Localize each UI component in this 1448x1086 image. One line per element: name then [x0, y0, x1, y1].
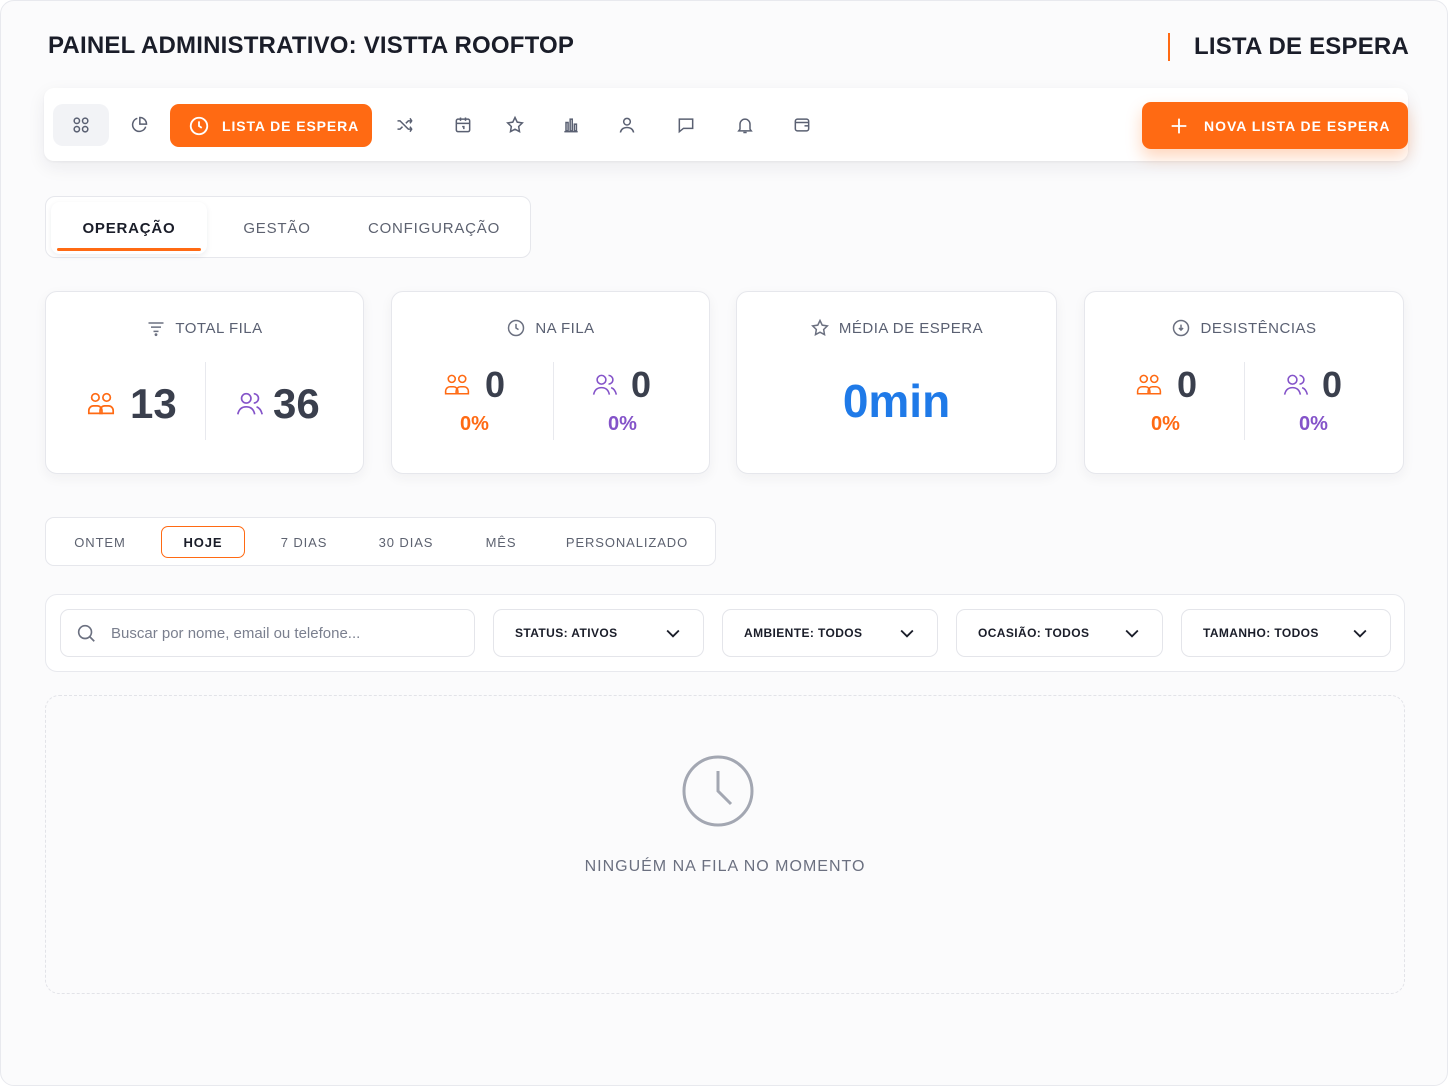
na-fila-people: 0 [591, 364, 651, 406]
card-divider [205, 362, 206, 440]
chevron-down-icon [1125, 629, 1139, 638]
page-title: PAINEL ADMINISTRATIVO: VISTTA ROOFTOP [48, 32, 575, 59]
period-mes[interactable]: MÊS [466, 526, 536, 558]
section-accent-bar [1167, 33, 1170, 61]
period-personalizado[interactable]: PERSONALIZADO [556, 526, 698, 558]
calendar-icon[interactable] [435, 104, 491, 146]
ocasiao-select-value: OCASIÃO: TODOS [978, 626, 1090, 640]
ambiente-select[interactable]: AMBIENTE: TODOS [722, 609, 938, 657]
users-icon [592, 374, 618, 395]
section-indicator: LISTA DE ESPERA [1167, 32, 1409, 62]
clock-icon [189, 116, 209, 135]
app-window: PAINEL ADMINISTRATIVO: VISTTA ROOFTOP LI… [0, 0, 1448, 1086]
na-fila-people-value: 0 [631, 364, 652, 405]
stat-card-desistencias: DESISTÊNCIAS 0 0% 0 0% [1084, 291, 1404, 474]
group-icon [1136, 374, 1162, 395]
tamanho-select-value: TAMANHO: TODOS [1203, 626, 1319, 640]
total-fila-people: 36 [235, 380, 320, 428]
media-espera-title: MÉDIA DE ESPERA [838, 319, 984, 337]
users-icon [236, 392, 264, 415]
bar-chart-icon[interactable] [543, 104, 599, 146]
filter-bar: STATUS: ATIVOS AMBIENTE: TODOS OCASIÃO: … [45, 594, 1405, 672]
ocasiao-select[interactable]: OCASIÃO: TODOS [956, 609, 1163, 657]
stat-card-total-fila: TOTAL FILA 13 36 [45, 291, 364, 474]
shuffle-icon[interactable] [377, 104, 433, 146]
empty-queue-state: NINGUÉM NA FILA NO MOMENTO [45, 695, 1405, 994]
na-fila-groups-value: 0 [485, 364, 506, 405]
na-fila-title: NA FILA [535, 319, 595, 337]
section-tabs: OPERAÇÃO GESTÃO CONFIGURAÇÃO [45, 196, 531, 258]
clock-down-icon [1173, 319, 1190, 337]
users-icon [1283, 374, 1309, 395]
star-icon [810, 318, 829, 336]
tab-operacao[interactable]: OPERAÇÃO [51, 202, 207, 254]
search-input[interactable] [111, 624, 451, 642]
section-title: LISTA DE ESPERA [1193, 33, 1409, 60]
total-fila-people-value: 36 [273, 380, 320, 427]
desistencias-title: DESISTÊNCIAS [1200, 319, 1317, 337]
total-fila-groups: 13 [86, 380, 177, 428]
period-30-dias[interactable]: 30 DIAS [362, 526, 450, 558]
plus-icon [1171, 118, 1187, 133]
desistencias-people-pct: 0% [1299, 413, 1328, 435]
search-box [60, 609, 475, 657]
total-fila-title: TOTAL FILA [175, 319, 263, 337]
filter-icon [148, 322, 164, 337]
period-7-dias[interactable]: 7 DIAS [260, 526, 348, 558]
stat-card-media-espera: MÉDIA DE ESPERA 0min [736, 291, 1057, 474]
card-divider [1244, 362, 1245, 440]
group-icon [444, 374, 470, 395]
chevron-down-icon [900, 629, 914, 638]
ambiente-select-value: AMBIENTE: TODOS [744, 626, 863, 640]
clock-icon [682, 755, 754, 827]
na-fila-groups-pct: 0% [460, 413, 489, 435]
search-icon [77, 624, 95, 642]
period-hoje[interactable]: HOJE [161, 526, 245, 558]
desistencias-people-value: 0 [1322, 364, 1343, 405]
card-divider [553, 362, 554, 440]
clock-icon [508, 319, 525, 337]
grid-icon[interactable] [53, 104, 109, 146]
desistencias-groups-value: 0 [1177, 364, 1198, 405]
status-select-value: STATUS: ATIVOS [515, 626, 618, 640]
nova-lista-button[interactable]: NOVA LISTA DE ESPERA [1142, 102, 1408, 149]
status-select[interactable]: STATUS: ATIVOS [493, 609, 704, 657]
bell-icon[interactable] [717, 104, 773, 146]
media-espera-value: 0min [842, 375, 951, 427]
total-fila-groups-value: 13 [130, 380, 177, 427]
chat-icon[interactable] [658, 104, 714, 146]
total-fila-header: TOTAL FILA [46, 318, 363, 338]
lista-de-espera-nav-label: LISTA DE ESPERA [222, 117, 360, 134]
empty-state-message: NINGUÉM NA FILA NO MOMENTO [584, 858, 866, 875]
user-icon[interactable] [599, 104, 655, 146]
chevron-down-icon [1353, 629, 1367, 638]
desistencias-groups: 0 [1135, 364, 1197, 406]
period-selector: ONTEM HOJE 7 DIAS 30 DIAS MÊS PERSONALIZ… [45, 517, 716, 566]
desistencias-people: 0 [1282, 364, 1342, 406]
desistencias-groups-pct: 0% [1151, 413, 1180, 435]
na-fila-groups: 0 [443, 364, 505, 406]
stat-card-na-fila: NA FILA 0 0% 0 0% [391, 291, 710, 474]
period-ontem[interactable]: ONTEM [56, 526, 144, 558]
na-fila-people-pct: 0% [608, 413, 637, 435]
star-icon[interactable] [487, 104, 543, 146]
group-icon [87, 392, 115, 415]
module-toolbar: LISTA DE ESPERA NOVA LISTA DE ESPERA [44, 88, 1408, 161]
pie-chart-icon[interactable] [111, 104, 167, 146]
tamanho-select[interactable]: TAMANHO: TODOS [1181, 609, 1391, 657]
nova-lista-label: NOVA LISTA DE ESPERA [1204, 117, 1391, 134]
tab-configuracao[interactable]: CONFIGURAÇÃO [358, 202, 510, 254]
wallet-icon[interactable] [774, 104, 830, 146]
na-fila-header: NA FILA [392, 318, 709, 338]
lista-de-espera-nav-button[interactable]: LISTA DE ESPERA [170, 104, 372, 147]
chevron-down-icon [666, 629, 680, 638]
desistencias-header: DESISTÊNCIAS [1085, 318, 1403, 338]
tab-gestao[interactable]: GESTÃO [216, 202, 338, 254]
media-espera-header: MÉDIA DE ESPERA [737, 318, 1056, 338]
